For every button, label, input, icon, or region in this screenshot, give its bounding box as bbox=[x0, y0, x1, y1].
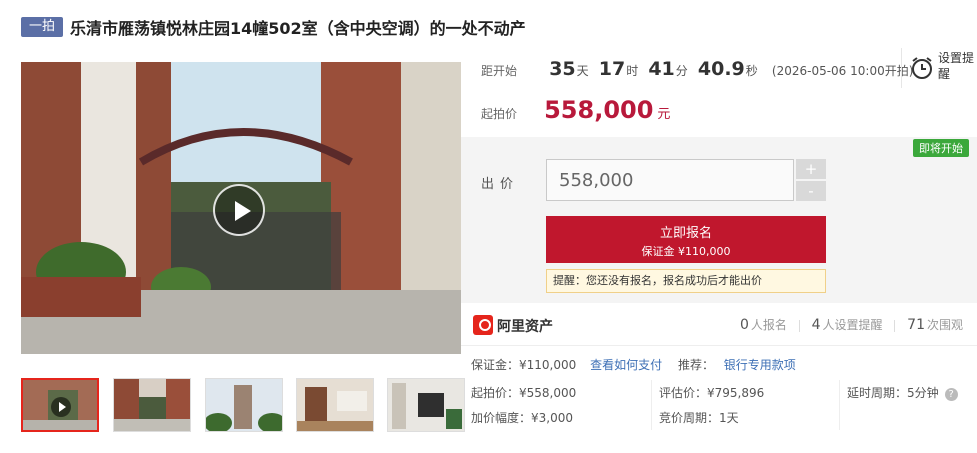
view-count: 71 bbox=[907, 317, 925, 333]
recommend-label: 推荐： bbox=[677, 358, 714, 372]
bid-period-info: 竞价周期：1天 bbox=[659, 411, 739, 425]
deposit-info: 保证金：¥110,000 bbox=[471, 358, 577, 372]
status-badge: 即将开始 bbox=[913, 139, 969, 157]
signup-tip: 提醒：您还没有报名，报名成功后才能出价 bbox=[546, 269, 826, 293]
signup-deposit: 保证金 ¥110,000 bbox=[641, 245, 731, 258]
start-time: (2026-05-06 10:00开拍) bbox=[771, 64, 914, 78]
minutes-unit: 分 bbox=[675, 64, 688, 78]
signup-count: 0 bbox=[739, 317, 749, 333]
starting-price-value: 558,000 bbox=[544, 96, 654, 124]
auction-stats: 0 人报名 4 人设置提醒 71 次围观 bbox=[740, 316, 963, 333]
alarm-clock-icon bbox=[912, 57, 932, 79]
help-icon[interactable]: ? bbox=[944, 388, 958, 401]
decrease-bid-button[interactable]: - bbox=[796, 181, 826, 201]
countdown-minutes: 41 bbox=[648, 58, 675, 80]
countdown: 距开始 35天 17时 41分 40.9秒 (2026-05-06 10:00开… bbox=[481, 58, 913, 82]
starting-price-row: 起拍价 558,000 元 bbox=[481, 96, 670, 124]
countdown-seconds: 40.9 bbox=[697, 58, 745, 80]
how-to-pay-link[interactable]: 查看如何支付 bbox=[590, 358, 662, 372]
ali-asset-logo-icon bbox=[473, 315, 493, 335]
thumbnail-video[interactable] bbox=[21, 378, 99, 432]
delay-period-info: 延时周期：5分钟 bbox=[847, 386, 939, 400]
thumbnail-image[interactable] bbox=[296, 378, 374, 432]
bid-label: 出价 bbox=[481, 177, 520, 192]
page-title: 乐清市雁荡镇悦林庄园14幢502室（含中央空调）的一处不动产 bbox=[70, 19, 526, 38]
signup-button[interactable]: 立即报名 保证金 ¥110,000 bbox=[546, 216, 826, 263]
hours-unit: 时 bbox=[626, 64, 639, 78]
reminder-count: 4 bbox=[811, 317, 821, 333]
deposit-row: 保证金：¥110,000 查看如何支付 推荐： 银行专用款项 bbox=[471, 356, 796, 373]
reminder-count-label: 人设置提醒 bbox=[822, 318, 883, 332]
thumbnail-image[interactable] bbox=[387, 378, 465, 432]
divider bbox=[651, 380, 652, 430]
countdown-label: 距开始 bbox=[481, 64, 518, 78]
header: 一拍 乐清市雁荡镇悦林庄园14幢502室（含中央空调）的一处不动产 bbox=[0, 0, 977, 44]
auction-panel: 距开始 35天 17时 41分 40.9秒 (2026-05-06 10:00开… bbox=[461, 44, 977, 453]
thumbnail-image[interactable] bbox=[113, 378, 191, 432]
divider bbox=[839, 380, 840, 430]
bid-amount-input[interactable] bbox=[546, 159, 794, 201]
days-unit: 天 bbox=[576, 64, 589, 78]
signup-count-label: 人报名 bbox=[750, 318, 787, 332]
countdown-days: 35 bbox=[549, 58, 576, 80]
increase-bid-button[interactable]: + bbox=[796, 159, 826, 179]
set-reminder-label: 设置提醒 bbox=[938, 51, 975, 81]
set-reminder-button[interactable]: 设置提醒 bbox=[901, 48, 977, 88]
start-price-info: 起拍价：¥558,000 bbox=[471, 386, 577, 400]
auction-round-badge: 一拍 bbox=[21, 17, 63, 37]
bank-payment-link[interactable]: 银行专用款项 bbox=[724, 358, 796, 372]
appraisal-info: 评估价：¥795,896 bbox=[659, 386, 765, 400]
brand-name: 阿里资产 bbox=[497, 319, 553, 335]
bid-box: 即将开始 出价 + - 立即报名 保证金 ¥110,000 提醒：您还没有报名，… bbox=[461, 137, 977, 303]
increment-info: 加价幅度：¥3,000 bbox=[471, 411, 573, 425]
thumbnail-strip bbox=[21, 378, 465, 434]
countdown-hours: 17 bbox=[598, 58, 626, 80]
signup-label: 立即报名 bbox=[659, 226, 712, 241]
price-unit: 元 bbox=[657, 107, 671, 122]
brand-row: 阿里资产 0 人报名 4 人设置提醒 71 次围观 bbox=[461, 304, 977, 346]
seconds-unit: 秒 bbox=[745, 64, 758, 78]
starting-price-label: 起拍价 bbox=[481, 107, 518, 121]
main-video-player[interactable] bbox=[21, 62, 461, 354]
play-icon[interactable] bbox=[213, 184, 265, 236]
thumbnail-image[interactable] bbox=[205, 378, 283, 432]
delay-period-row: 延时周期：5分钟? bbox=[847, 384, 958, 401]
view-count-label: 次围观 bbox=[926, 318, 963, 332]
play-icon bbox=[51, 397, 71, 417]
